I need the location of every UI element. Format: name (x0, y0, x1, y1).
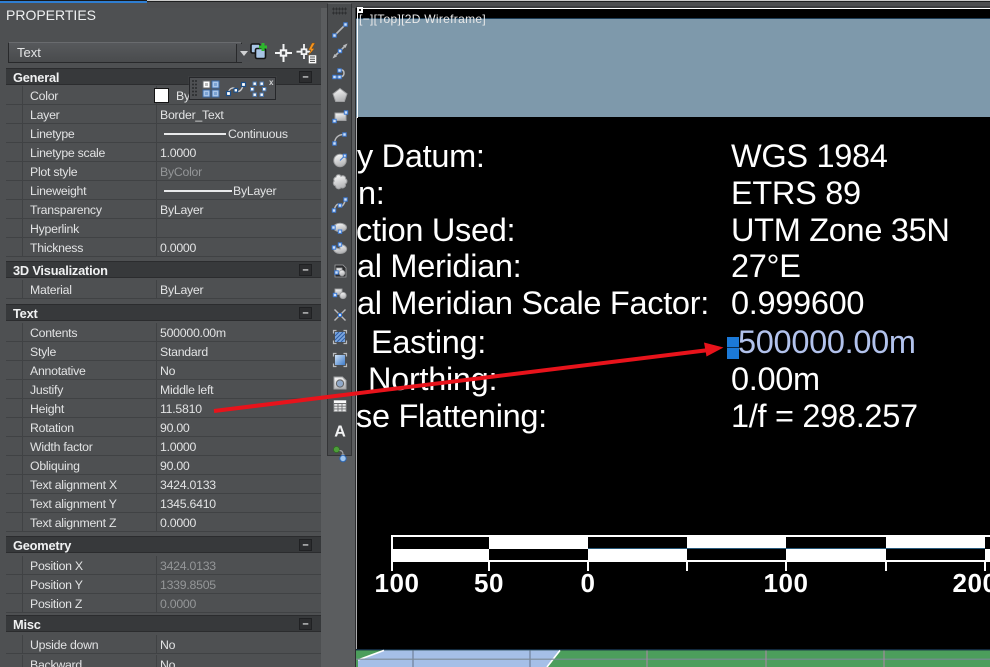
svg-text:A: A (334, 424, 346, 441)
svg-text:x: x (269, 78, 274, 87)
